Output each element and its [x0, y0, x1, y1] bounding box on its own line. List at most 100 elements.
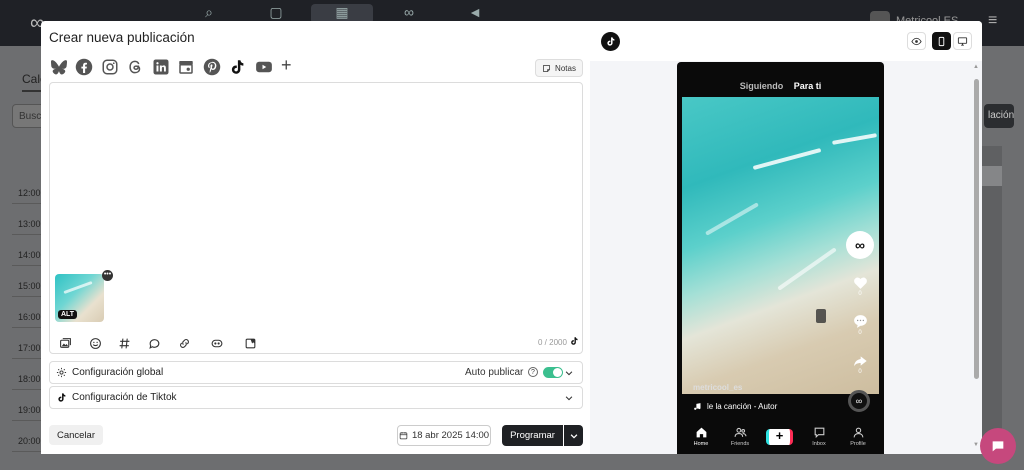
- wave-foam: [831, 133, 878, 145]
- tiktok-icon[interactable]: [227, 57, 247, 77]
- share-count: 0: [858, 369, 862, 375]
- hashtag-icon[interactable]: [116, 335, 132, 351]
- counter-tiktok-icon: [571, 337, 578, 345]
- chevron-down-icon[interactable]: [564, 368, 574, 378]
- friends-icon: [734, 427, 746, 437]
- thumbnail-foam: [63, 280, 93, 295]
- bg-time-divider: [12, 327, 42, 328]
- chat-icon: [992, 441, 1004, 452]
- global-config-section[interactable]: Configuración global Auto publicar ?: [49, 361, 583, 384]
- preview-song: le la canción - Autor: [693, 402, 777, 411]
- schedule-options-button[interactable]: [564, 425, 583, 446]
- youtube-icon[interactable]: [253, 57, 275, 77]
- mobile-icon: [938, 36, 945, 46]
- bg-time-divider: [12, 203, 42, 204]
- alt-text-badge[interactable]: ALT: [58, 310, 78, 319]
- character-counter: 0 / 2000: [538, 338, 567, 347]
- bg-time-label: 12:00: [18, 188, 41, 198]
- facebook-icon[interactable]: [74, 57, 94, 77]
- profile-icon: [853, 427, 863, 438]
- bg-time-label: 20:00: [18, 436, 41, 446]
- preview-username: metricool_es: [693, 383, 743, 392]
- bg-time-label: 13:00: [18, 219, 41, 229]
- preview-eye-button[interactable]: [907, 32, 926, 50]
- note-icon: [543, 64, 550, 72]
- like-count: 0: [858, 291, 862, 297]
- media-thumbnail[interactable]: ALT: [55, 274, 104, 322]
- threads-icon[interactable]: [125, 57, 145, 77]
- bg-time-label: 14:00: [18, 250, 41, 260]
- bg-time-divider: [12, 265, 42, 266]
- emoji-icon[interactable]: [87, 335, 103, 351]
- tiktok-config-section[interactable]: Configuración de Tiktok: [49, 386, 583, 409]
- notes-button[interactable]: Notas: [535, 59, 583, 77]
- bg-time-divider: [12, 389, 42, 390]
- heart-icon: [853, 277, 867, 289]
- media-options-button[interactable]: •••: [102, 270, 113, 281]
- bg-time-label: 15:00: [18, 281, 41, 291]
- nav-friends: Friends: [723, 426, 757, 447]
- schedule-date-button[interactable]: 18 abr 2025 14:00: [397, 425, 491, 446]
- nav-profile: Profile: [841, 426, 875, 447]
- scroll-up-arrow-icon[interactable]: ▲: [973, 64, 979, 70]
- bg-time-label: 16:00: [18, 312, 41, 322]
- preview-panel: Siguiendo Para ti ∞ 0 0 0 metricool_es l…: [590, 21, 982, 454]
- wave-foam: [752, 148, 822, 170]
- bg-calendar-column: [982, 146, 1002, 446]
- cancel-button[interactable]: Cancelar: [49, 425, 103, 445]
- comment-count: 0: [858, 330, 862, 336]
- bg-hamburger-icon: ≡: [988, 12, 998, 29]
- gear-icon: [56, 367, 67, 378]
- auto-publish-label: Auto publicar: [465, 367, 524, 378]
- bg-time-label: 18:00: [18, 374, 41, 384]
- nav-home: Home: [684, 426, 718, 447]
- chevron-down-icon[interactable]: [564, 393, 574, 403]
- instagram-icon[interactable]: [100, 57, 120, 77]
- add-media-icon[interactable]: [57, 335, 73, 351]
- comment-icon[interactable]: [146, 335, 162, 351]
- music-note-icon: [694, 403, 701, 410]
- add-network-button[interactable]: +: [281, 55, 292, 76]
- support-chat-button[interactable]: [980, 428, 1016, 464]
- inbox-icon: [814, 427, 824, 439]
- preview-scrollbar[interactable]: [974, 79, 979, 379]
- auto-publish-toggle[interactable]: [543, 367, 563, 378]
- home-icon: [696, 427, 706, 438]
- bluesky-icon[interactable]: [49, 57, 69, 77]
- bg-time-label: 17:00: [18, 343, 41, 353]
- tab-for-you: Para ti: [793, 81, 822, 91]
- pinterest-icon[interactable]: [202, 57, 222, 77]
- preview-mobile-button[interactable]: [932, 32, 951, 50]
- tab-following: Siguiendo: [739, 81, 784, 91]
- people-on-beach: [816, 309, 826, 323]
- bg-time-divider: [12, 420, 42, 421]
- ai-assistant-icon[interactable]: [207, 335, 227, 351]
- tiktok-bottom-nav: Home Friends + Inbox Profile: [677, 422, 884, 454]
- post-text-editor[interactable]: ALT •••: [49, 82, 583, 354]
- google-business-icon[interactable]: [176, 57, 196, 77]
- media-library-icon[interactable]: [242, 335, 258, 351]
- scroll-down-arrow-icon[interactable]: ▼: [973, 442, 979, 448]
- bg-time-divider: [12, 358, 42, 359]
- tiktok-phone-preview: Siguiendo Para ti ∞ 0 0 0 metricool_es l…: [677, 62, 884, 454]
- comment-bubble-icon: [853, 315, 867, 328]
- chevron-down-icon: [570, 433, 577, 439]
- bg-calendar-cell: [982, 166, 1002, 186]
- tiktok-icon: [58, 393, 66, 402]
- link-icon[interactable]: [176, 335, 192, 351]
- like-action: 0: [850, 274, 870, 297]
- calendar-icon: [399, 432, 408, 440]
- create-post-modal: Crear nueva publicación + Notas ALT ••• …: [41, 21, 982, 454]
- schedule-date-label: 18 abr 2025 14:00: [411, 430, 490, 441]
- share-arrow-icon: [854, 356, 867, 367]
- notes-label: Notas: [555, 63, 576, 73]
- linkedin-icon[interactable]: [151, 57, 171, 77]
- eye-icon: [911, 37, 922, 45]
- preview-desktop-button[interactable]: [953, 32, 972, 50]
- tiktok-config-label: Configuración de Tiktok: [72, 392, 177, 403]
- modal-title: Crear nueva publicación: [49, 30, 195, 45]
- profile-avatar-icon: ∞: [846, 231, 874, 259]
- schedule-button[interactable]: Programar: [502, 425, 563, 446]
- help-icon[interactable]: ?: [528, 367, 538, 377]
- song-label: le la canción - Autor: [707, 402, 778, 411]
